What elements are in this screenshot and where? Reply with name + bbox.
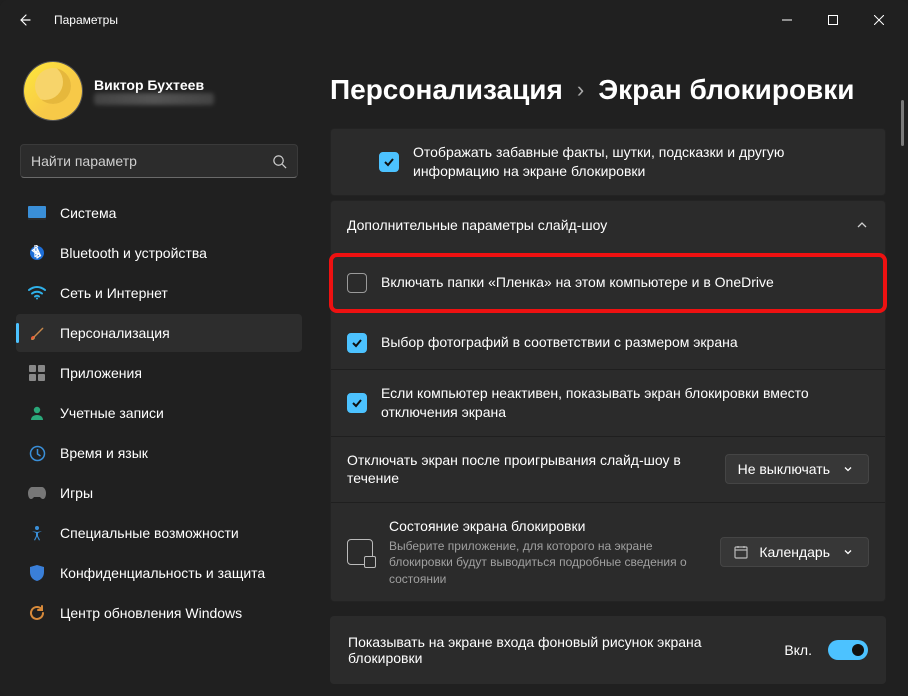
gamepad-icon xyxy=(28,484,46,502)
nav-label: Приложения xyxy=(60,365,142,381)
display-icon xyxy=(28,204,46,222)
titlebar: Параметры xyxy=(0,0,908,40)
chevron-up-icon xyxy=(855,218,869,232)
dropdown-value: Не выключать xyxy=(738,461,830,477)
label: Отображать забавные факты, шутки, подска… xyxy=(413,143,869,181)
checkbox-funfacts[interactable] xyxy=(379,152,399,172)
nav-accounts[interactable]: Учетные записи xyxy=(16,394,302,432)
update-icon xyxy=(28,604,46,622)
nav: Система Bluetooth и устройства Сеть и Ин… xyxy=(16,194,302,632)
nav-network[interactable]: Сеть и Интернет xyxy=(16,274,302,312)
checkbox-camera-roll[interactable] xyxy=(347,273,367,293)
accessibility-icon xyxy=(28,524,46,542)
shield-icon xyxy=(28,564,46,582)
nav-personalization[interactable]: Персонализация xyxy=(16,314,302,352)
paintbrush-icon xyxy=(28,324,46,342)
window-title: Параметры xyxy=(54,13,118,27)
checkbox-inactive[interactable] xyxy=(347,393,367,413)
back-button[interactable] xyxy=(6,2,42,38)
nav-update[interactable]: Центр обновления Windows xyxy=(16,594,302,632)
expander-header[interactable]: Дополнительные параметры слайд-шоу xyxy=(331,201,885,249)
minimize-button[interactable] xyxy=(764,4,810,36)
nav-label: Система xyxy=(60,205,116,221)
expander-title: Дополнительные параметры слайд-шоу xyxy=(347,217,855,233)
sublabel: Выберите приложение, для которого на экр… xyxy=(389,538,706,587)
toggle-signin-bg[interactable] xyxy=(828,640,868,660)
search-box[interactable] xyxy=(20,144,298,178)
label: Состояние экрана блокировки xyxy=(389,517,706,536)
breadcrumb-current: Экран блокировки xyxy=(598,74,854,106)
highlighted-row: Включать папки «Пленка» на этом компьюте… xyxy=(329,253,887,313)
nav-label: Конфиденциальность и защита xyxy=(60,565,265,581)
chevron-right-icon: › xyxy=(577,77,584,103)
search-icon xyxy=(272,154,287,169)
user-name: Виктор Бухтеев xyxy=(94,77,214,93)
sidebar: Виктор Бухтеев Система Bluetooth и устро… xyxy=(0,40,310,696)
main-content: Персонализация › Экран блокировки Отобра… xyxy=(310,40,908,696)
chevron-down-icon xyxy=(840,461,856,477)
nav-gaming[interactable]: Игры xyxy=(16,474,302,512)
nav-label: Сеть и Интернет xyxy=(60,285,168,301)
dropdown-value: Календарь xyxy=(759,544,830,560)
dropdown-status-app[interactable]: Календарь xyxy=(720,537,869,567)
row-funfacts[interactable]: Отображать забавные факты, шутки, подска… xyxy=(330,128,886,196)
bluetooth-icon xyxy=(28,244,46,262)
label: Включать папки «Пленка» на этом компьюте… xyxy=(381,273,869,292)
lockscreen-status-icon xyxy=(347,539,373,565)
breadcrumb-parent[interactable]: Персонализация xyxy=(330,74,563,106)
expander-slideshow: Дополнительные параметры слайд-шоу Включ… xyxy=(330,200,886,602)
row-camera-roll[interactable]: Включать папки «Пленка» на этом компьюте… xyxy=(333,257,883,309)
search-input[interactable] xyxy=(31,153,272,169)
nav-label: Игры xyxy=(60,485,93,501)
nav-privacy[interactable]: Конфиденциальность и защита xyxy=(16,554,302,592)
label: Выбор фотографий в соответствии с размер… xyxy=(381,333,869,352)
user-email xyxy=(94,93,214,105)
row-signin-bg[interactable]: Показывать на экране входа фоновый рисун… xyxy=(330,616,886,684)
close-button[interactable] xyxy=(856,4,902,36)
nav-apps[interactable]: Приложения xyxy=(16,354,302,392)
globe-clock-icon xyxy=(28,444,46,462)
label: Если компьютер неактивен, показывать экр… xyxy=(381,384,869,422)
label: Показывать на экране входа фоновый рисун… xyxy=(348,634,768,666)
row-fit[interactable]: Выбор фотографий в соответствии с размер… xyxy=(331,317,885,369)
chevron-down-icon xyxy=(840,544,856,560)
scrollbar-thumb[interactable] xyxy=(901,100,904,146)
row-status: Состояние экрана блокировки Выберите при… xyxy=(331,502,885,600)
nav-system[interactable]: Система xyxy=(16,194,302,232)
user-block[interactable]: Виктор Бухтеев xyxy=(16,52,302,136)
nav-label: Специальные возможности xyxy=(60,525,239,541)
avatar xyxy=(24,62,82,120)
label: Отключать экран после проигрывания слайд… xyxy=(347,451,711,489)
nav-time[interactable]: Время и язык xyxy=(16,434,302,472)
person-icon xyxy=(28,404,46,422)
apps-icon xyxy=(28,364,46,382)
breadcrumb: Персонализация › Экран блокировки xyxy=(330,74,886,106)
calendar-icon xyxy=(733,544,749,560)
row-inactive[interactable]: Если компьютер неактивен, показывать экр… xyxy=(331,369,885,436)
wifi-icon xyxy=(28,284,46,302)
maximize-button[interactable] xyxy=(810,4,856,36)
nav-bluetooth[interactable]: Bluetooth и устройства xyxy=(16,234,302,272)
nav-label: Время и язык xyxy=(60,445,148,461)
checkbox-fit[interactable] xyxy=(347,333,367,353)
dropdown-turnoff[interactable]: Не выключать xyxy=(725,454,869,484)
row-turnoff: Отключать экран после проигрывания слайд… xyxy=(331,436,885,503)
nav-accessibility[interactable]: Специальные возможности xyxy=(16,514,302,552)
nav-label: Персонализация xyxy=(60,325,170,341)
toggle-state: Вкл. xyxy=(784,642,812,658)
nav-label: Учетные записи xyxy=(60,405,164,421)
nav-label: Bluetooth и устройства xyxy=(60,245,207,261)
nav-label: Центр обновления Windows xyxy=(60,605,242,621)
